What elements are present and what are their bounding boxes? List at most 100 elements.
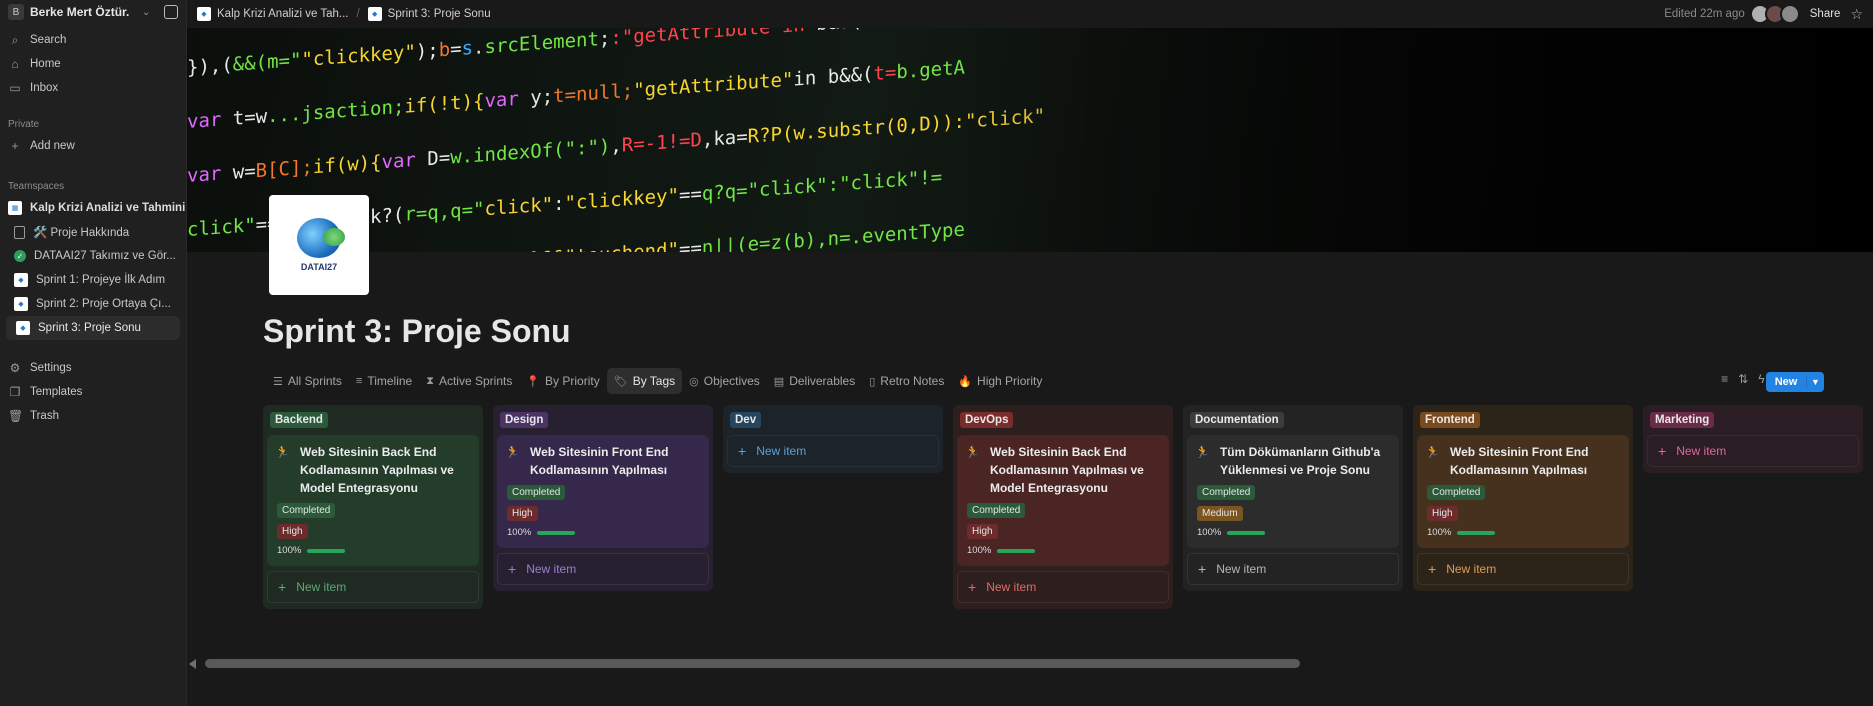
private-section-label: Private [8, 119, 40, 130]
page-logo[interactable]: DATAI27 [269, 195, 369, 295]
sidebar-home[interactable]: ⌂ Home [0, 52, 186, 76]
new-item-button[interactable]: + New item [497, 553, 709, 585]
tab-objectives[interactable]: ◎ Objectives [682, 368, 767, 394]
new-item-button[interactable]: + New item [267, 571, 479, 603]
tab-active-sprints[interactable]: ⧗ Active Sprints [419, 368, 519, 394]
sidebar-add-new-label: Add new [30, 140, 75, 152]
tab-high-priority[interactable]: 🔥 High Priority [951, 368, 1049, 394]
new-item-button[interactable]: + New item [1417, 553, 1629, 585]
tab-by-priority[interactable]: 📍 By Priority [519, 368, 606, 394]
running-icon: 🏃 [1195, 445, 1210, 459]
share-button[interactable]: Share [1810, 8, 1841, 20]
teamspace-icon: ▦ [8, 201, 22, 215]
chevron-down-icon[interactable]: ▼ [1806, 377, 1824, 387]
sidebar-search-label: Search [30, 34, 67, 46]
task-card[interactable]: 🏃 Web Sitesinin Back End Kodlamasının Ya… [267, 435, 479, 566]
tab-by-tags[interactable]: 🏷 By Tags [606, 368, 683, 394]
tab-deliverables[interactable]: ▤ Deliverables [767, 368, 862, 394]
sidebar-item-dataai27[interactable]: ✓ DATAAI27 Takımız ve Gör... [0, 244, 186, 268]
column-header[interactable]: Dev [727, 409, 939, 431]
filter-icon[interactable]: ≡ [1721, 372, 1728, 386]
running-icon: 🏃 [965, 445, 980, 459]
column-tag: Documentation [1190, 412, 1284, 428]
tab-timeline[interactable]: ≡ Timeline [349, 368, 419, 394]
board-column-design: Design 🏃 Web Sitesinin Front End Kodlama… [493, 405, 713, 591]
sidebar-trash[interactable]: 🗑 Trash [0, 404, 186, 428]
sidebar-teamspace[interactable]: ▦ Kalp Krizi Analizi ve Tahmini [0, 196, 186, 220]
sidebar-inbox[interactable]: ▭ Inbox [0, 76, 186, 100]
star-icon[interactable]: ☆ [1850, 6, 1863, 23]
sidebar-settings-label: Settings [30, 362, 72, 374]
fire-icon: 🔥 [958, 375, 973, 388]
plus-icon: + [278, 579, 287, 595]
new-item-button[interactable]: + New item [1647, 435, 1859, 467]
task-card[interactable]: 🏃 Web Sitesinin Front End Kodlamasının Y… [1417, 435, 1629, 548]
new-item-label: New item [986, 580, 1037, 594]
new-item-label: New item [1676, 444, 1727, 458]
column-header[interactable]: Design [497, 409, 709, 431]
plus-icon: + [508, 561, 517, 577]
breadcrumb-separator: / [356, 8, 360, 20]
scrollbar-thumb[interactable] [205, 659, 1300, 668]
tab-retro-notes[interactable]: ▯ Retro Notes [862, 368, 951, 394]
board-column-devops: DevOps 🏃 Web Sitesinin Back End Kodlamas… [953, 405, 1173, 609]
sidebar: B Berke Mert Öztür... ⌄ ⌕ Search ⌂ Home ▭ I… [0, 0, 187, 706]
sort-icon[interactable]: ⇅ [1738, 372, 1748, 386]
breadcrumb-current[interactable]: Sprint 3: Proje Sonu [388, 8, 491, 20]
breadcrumb: ◆ Kalp Krizi Analizi ve Tah... / ◆ Sprin… [187, 0, 497, 28]
sidebar-templates-label: Templates [30, 386, 83, 398]
automation-icon[interactable]: ϟ [1758, 372, 1764, 386]
progress: 100% [1197, 527, 1391, 538]
tab-all-sprints[interactable]: ☰ All Sprints [266, 368, 349, 394]
sidebar-inbox-label: Inbox [30, 82, 59, 94]
sidebar-add-new[interactable]: + Add new [0, 134, 186, 158]
horizontal-scrollbar[interactable] [187, 657, 1873, 671]
progress-value: 100% [507, 527, 532, 538]
task-card[interactable]: 🏃 Web Sitesinin Back End Kodlamasının Ya… [957, 435, 1169, 566]
tab-label: High Priority [977, 374, 1043, 388]
sidebar-search[interactable]: ⌕ Search [0, 28, 186, 52]
page-icon: ◆ [14, 297, 28, 311]
breadcrumb-parent[interactable]: Kalp Krizi Analizi ve Tah... [217, 8, 348, 20]
column-header[interactable]: Backend [267, 409, 479, 431]
chevron-down-icon[interactable]: ⌄ [142, 7, 150, 18]
priority-badge: High [277, 524, 308, 539]
sidebar-settings[interactable]: ⚙ Settings [0, 356, 186, 380]
sidebar-item-proje-hakkinda[interactable]: 🛠️ Proje Hakkında [0, 220, 186, 244]
column-header[interactable]: DevOps [957, 409, 1169, 431]
new-item-button[interactable]: + New item [727, 435, 939, 467]
sidebar-templates[interactable]: ❐ Templates [0, 380, 186, 404]
task-card[interactable]: 🏃 Tüm Dökümanların Github'a Yüklenmesi v… [1187, 435, 1399, 548]
sidebar-item-sprint-1[interactable]: ◆ Sprint 1: Projeye İlk Adım [0, 268, 186, 292]
workspace-name: Berke Mert Öztür... [30, 5, 130, 19]
sidebar-home-label: Home [30, 58, 61, 70]
new-item-button[interactable]: + New item [1187, 553, 1399, 585]
task-card[interactable]: 🏃 Web Sitesinin Front End Kodlamasının Y… [497, 435, 709, 548]
column-tag: Backend [270, 412, 328, 428]
workspace-avatar: B [8, 4, 24, 20]
tab-label: By Tags [632, 374, 676, 388]
home-icon: ⌂ [11, 57, 19, 71]
column-header[interactable]: Documentation [1187, 409, 1399, 431]
trash-icon: 🗑 [8, 409, 24, 423]
plus-icon: + [738, 443, 747, 459]
column-header[interactable]: Frontend [1417, 409, 1629, 431]
new-button[interactable]: New ▼ [1766, 372, 1824, 392]
scroll-left-icon[interactable] [189, 659, 196, 669]
plus-icon: + [968, 579, 977, 595]
running-icon: 🏃 [1425, 445, 1440, 459]
progress-value: 100% [277, 545, 302, 556]
workspace-switcher[interactable]: B Berke Mert Öztür... ⌄ [0, 0, 186, 24]
sidebar-item-sprint-3[interactable]: ◆ Sprint 3: Proje Sonu [6, 316, 180, 340]
new-page-icon[interactable] [164, 5, 178, 19]
column-header[interactable]: Marketing [1647, 409, 1859, 431]
page-title[interactable]: Sprint 3: Proje Sonu [263, 313, 571, 350]
collaborator-avatars[interactable] [1749, 4, 1800, 24]
sidebar-item-label: 🛠️ Proje Hakkında [33, 227, 130, 239]
new-item-button[interactable]: + New item [957, 571, 1169, 603]
progress-bar [537, 530, 576, 535]
teamspace-label: Kalp Krizi Analizi ve Tahmini [30, 202, 186, 214]
progress-value: 100% [967, 545, 992, 556]
sidebar-item-sprint-2[interactable]: ◆ Sprint 2: Proje Ortaya Çı... [0, 292, 186, 316]
board-column-documentation: Documentation 🏃 Tüm Dökümanların Github'… [1183, 405, 1403, 591]
